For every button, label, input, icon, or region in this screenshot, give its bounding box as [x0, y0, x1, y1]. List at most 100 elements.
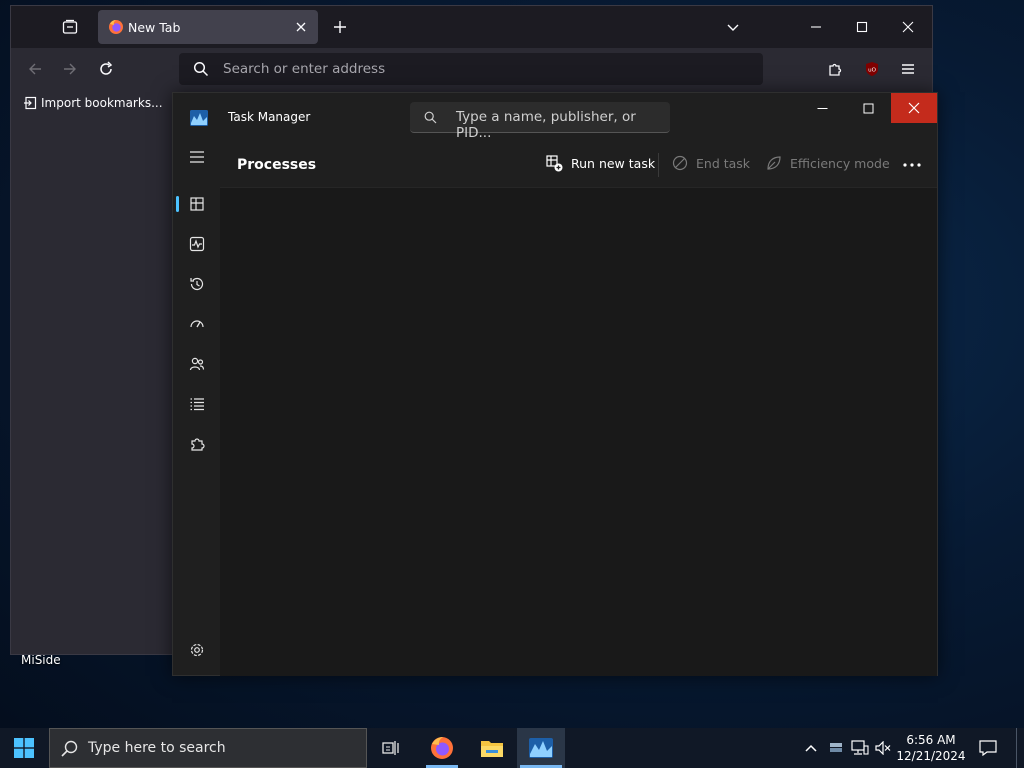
efficiency-mode-label: Efficiency mode: [790, 155, 890, 171]
search-icon: [61, 740, 78, 757]
task-manager-window: Task Manager Type a name, publisher, or …: [172, 92, 938, 676]
desktop-icon-label-miside[interactable]: MiSide: [21, 653, 61, 667]
notifications-button[interactable]: [968, 728, 1008, 768]
maximize-icon: [863, 103, 873, 113]
processes-header: Processes Run new task End task Efficien…: [220, 143, 937, 187]
end-task-icon: [672, 155, 688, 171]
tray-app-button[interactable]: [826, 728, 846, 768]
taskbar-search-placeholder: Type here to search: [88, 740, 226, 756]
ff-minimize-button[interactable]: [800, 11, 832, 43]
task-manager-title: Task Manager: [228, 110, 311, 124]
nav-app-history[interactable]: [181, 268, 213, 300]
taskbar-search-box[interactable]: Type here to search: [49, 728, 367, 768]
tab-title: New Tab: [128, 20, 181, 35]
taskbar-task-manager[interactable]: [517, 728, 565, 768]
show-desktop-divider: [1016, 728, 1017, 768]
clock-time: 6:56 AM: [906, 733, 956, 747]
performance-icon: [189, 236, 205, 252]
tm-close-button[interactable]: [891, 93, 937, 123]
list-icon: [190, 398, 204, 411]
firefox-nav-bar: Search or enter address uO: [11, 48, 932, 90]
search-icon: [193, 61, 209, 77]
minimize-icon: [817, 107, 827, 109]
forward-arrow-icon: [64, 63, 76, 75]
volume-button[interactable]: [872, 728, 894, 768]
ublock-origin-button[interactable]: uO: [856, 53, 888, 85]
nav-startup-apps[interactable]: [181, 308, 213, 340]
speaker-muted-icon: [875, 741, 891, 755]
close-icon: [908, 102, 920, 114]
minimize-icon: [811, 26, 821, 28]
run-task-icon: [546, 155, 563, 172]
close-icon: [902, 21, 914, 33]
reload-button[interactable]: [90, 53, 122, 85]
tm-maximize-button[interactable]: [845, 93, 891, 123]
nav-performance[interactable]: [181, 228, 213, 260]
firefox-tab-bar: New Tab: [11, 6, 932, 48]
more-dots-icon: [903, 163, 921, 167]
taskbar-firefox[interactable]: [418, 728, 466, 768]
app-menu-button[interactable]: [892, 53, 924, 85]
close-tab-icon[interactable]: [295, 21, 307, 33]
nav-toggle-button[interactable]: [181, 141, 213, 173]
processes-list-area: [220, 187, 937, 676]
run-new-task-label: Run new task: [571, 156, 656, 171]
system-clock[interactable]: 6:56 AM 12/21/2024: [895, 732, 967, 764]
processes-icon: [190, 197, 204, 211]
run-new-task-button[interactable]: Run new task: [546, 155, 655, 172]
gear-icon: [190, 643, 204, 657]
task-view-icon: [382, 741, 399, 755]
forward-button[interactable]: [54, 53, 86, 85]
import-bookmarks-label: Import bookmarks...: [41, 96, 163, 110]
task-manager-app-icon: [190, 110, 208, 126]
folder-icon: [481, 741, 503, 757]
task-view-button[interactable]: [367, 728, 415, 768]
puzzle-icon: [829, 63, 842, 76]
list-all-tabs-button[interactable]: [717, 11, 749, 43]
show-hidden-icons-button[interactable]: [796, 728, 826, 768]
hamburger-menu-icon: [902, 64, 914, 74]
nav-details[interactable]: [181, 388, 213, 420]
extensions-button[interactable]: [820, 53, 852, 85]
ublock-shield-icon: uO: [866, 62, 878, 76]
services-puzzle-icon: [191, 438, 205, 451]
network-button[interactable]: [848, 728, 872, 768]
ff-close-button[interactable]: [892, 11, 924, 43]
firefox-view-icon: [62, 19, 78, 34]
firefox-logo-icon: [109, 20, 123, 34]
rail-selection-indicator: [176, 196, 179, 212]
notification-icon: [979, 740, 997, 756]
command-separator: [658, 153, 659, 177]
nav-processes[interactable]: [181, 188, 213, 220]
new-tab-button[interactable]: [324, 11, 356, 43]
back-button[interactable]: [19, 53, 51, 85]
nav-users[interactable]: [181, 348, 213, 380]
taskbar-file-explorer[interactable]: [468, 728, 516, 768]
start-button[interactable]: [0, 728, 48, 768]
import-icon: [24, 96, 37, 110]
firefox-view-button[interactable]: [54, 11, 86, 43]
nav-settings[interactable]: [181, 634, 213, 666]
ff-maximize-button[interactable]: [846, 11, 878, 43]
tab-new-tab[interactable]: New Tab: [98, 10, 318, 44]
search-icon: [424, 111, 437, 124]
url-bar[interactable]: Search or enter address: [179, 53, 763, 85]
more-options-button[interactable]: [896, 157, 928, 173]
windows-logo-icon: [14, 738, 34, 758]
efficiency-mode-button[interactable]: Efficiency mode: [766, 155, 890, 171]
reload-icon: [100, 61, 113, 75]
back-arrow-icon: [29, 63, 41, 75]
task-manager-app-icon: [529, 738, 553, 758]
firefox-logo-icon: [431, 737, 453, 759]
tm-minimize-button[interactable]: [799, 93, 845, 123]
end-task-label: End task: [696, 155, 751, 171]
import-bookmarks-button[interactable]: Import bookmarks...: [23, 96, 163, 110]
clock-date: 12/21/2024: [896, 749, 966, 763]
end-task-button[interactable]: End task: [672, 155, 750, 171]
chevron-down-icon: [727, 24, 739, 31]
hamburger-menu-icon: [190, 151, 204, 163]
task-manager-search[interactable]: Type a name, publisher, or PID...: [410, 102, 670, 141]
users-icon: [189, 357, 205, 371]
speedometer-icon: [190, 320, 204, 328]
nav-services[interactable]: [181, 428, 213, 460]
